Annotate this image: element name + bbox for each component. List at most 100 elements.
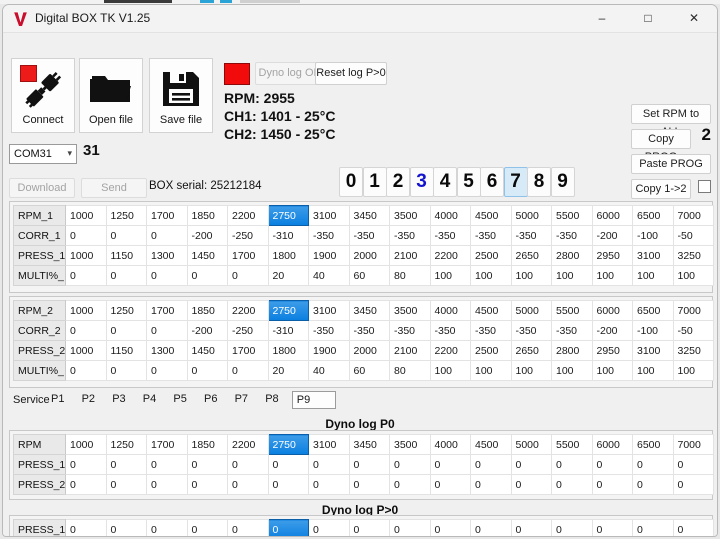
- table-cell[interactable]: 7000: [672, 205, 714, 226]
- table-cell[interactable]: 3100: [308, 434, 350, 455]
- table-cell[interactable]: 0: [186, 360, 228, 381]
- table-cell[interactable]: 2200: [429, 340, 471, 361]
- service-tab-p9[interactable]: P9: [291, 391, 336, 409]
- table-cell[interactable]: 0: [65, 474, 107, 495]
- table-cell[interactable]: 0: [551, 474, 593, 495]
- table-cell[interactable]: 1800: [267, 245, 309, 266]
- maximize-button[interactable]: □: [625, 5, 671, 32]
- table-cell[interactable]: 3100: [308, 300, 350, 321]
- table-cell[interactable]: 0: [227, 454, 269, 475]
- service-tab-p4[interactable]: P4: [139, 391, 160, 409]
- table-cell[interactable]: 4000: [429, 434, 471, 455]
- table-cell[interactable]: 0: [146, 320, 188, 341]
- table-cell[interactable]: 100: [632, 360, 674, 381]
- table-cell[interactable]: 1300: [146, 340, 188, 361]
- table-cell[interactable]: -250: [227, 320, 269, 341]
- table-cell[interactable]: 0: [267, 474, 309, 495]
- table-cell[interactable]: 0: [105, 360, 147, 381]
- table-cell[interactable]: 0: [105, 225, 147, 246]
- service-tab-p8[interactable]: P8: [261, 391, 282, 409]
- table-cell[interactable]: 0: [591, 474, 633, 495]
- table-cell[interactable]: 3100: [632, 340, 674, 361]
- table-cell[interactable]: 1000: [65, 434, 107, 455]
- program-button-8[interactable]: 8: [527, 167, 551, 197]
- table-cell[interactable]: 5000: [510, 434, 552, 455]
- save-file-button[interactable]: Save file: [149, 58, 213, 133]
- table-cell[interactable]: 1000: [65, 245, 107, 266]
- table-cell[interactable]: 2100: [389, 245, 431, 266]
- table-cell[interactable]: 5000: [510, 300, 552, 321]
- table-cell[interactable]: 1000: [65, 300, 107, 321]
- table-cell[interactable]: -350: [510, 320, 552, 341]
- minimize-button[interactable]: –: [579, 5, 625, 32]
- table-cell[interactable]: 100: [429, 360, 471, 381]
- table-cell[interactable]: 3100: [632, 245, 674, 266]
- table-cell[interactable]: 6500: [632, 434, 674, 455]
- table-cell[interactable]: 2750: [267, 300, 309, 321]
- table-cell[interactable]: 0: [146, 474, 188, 495]
- table-cell[interactable]: 1450: [186, 245, 228, 266]
- table-cell[interactable]: 4000: [429, 300, 471, 321]
- table-cell[interactable]: 2200: [227, 434, 269, 455]
- table-cell[interactable]: 0: [591, 519, 633, 536]
- service-tab-p2[interactable]: P2: [78, 391, 99, 409]
- service-tab-p7[interactable]: P7: [231, 391, 252, 409]
- table-cell[interactable]: 2750: [267, 205, 309, 226]
- table-cell[interactable]: -350: [470, 320, 512, 341]
- table-cell[interactable]: 0: [348, 454, 390, 475]
- table-cell[interactable]: 0: [632, 454, 674, 475]
- table-cell[interactable]: 0: [105, 519, 147, 536]
- table-cell[interactable]: 2200: [429, 245, 471, 266]
- table-cell[interactable]: 2000: [348, 340, 390, 361]
- table-cell[interactable]: 1700: [227, 245, 269, 266]
- table-cell[interactable]: 1900: [308, 340, 350, 361]
- table-cell[interactable]: 3500: [389, 205, 431, 226]
- table-cell[interactable]: 4000: [429, 205, 471, 226]
- table-cell[interactable]: 40: [308, 265, 350, 286]
- table-cell[interactable]: 0: [348, 474, 390, 495]
- table-cell[interactable]: -350: [510, 225, 552, 246]
- table-cell[interactable]: 1450: [186, 340, 228, 361]
- table-cell[interactable]: -350: [551, 320, 593, 341]
- table-cell[interactable]: 0: [591, 454, 633, 475]
- table-cell[interactable]: 0: [65, 519, 107, 536]
- table-cell[interactable]: 100: [672, 265, 714, 286]
- table-cell[interactable]: 100: [510, 360, 552, 381]
- table-cell[interactable]: 1700: [146, 205, 188, 226]
- service-tab-p1[interactable]: P1: [47, 391, 68, 409]
- table-cell[interactable]: 5000: [510, 205, 552, 226]
- table-cell[interactable]: 5500: [551, 300, 593, 321]
- table-cell[interactable]: 0: [632, 519, 674, 536]
- set-rpm-to-all-button[interactable]: Set RPM to ALL: [631, 104, 711, 138]
- table-cell[interactable]: 0: [470, 474, 512, 495]
- table-cell[interactable]: 1250: [105, 434, 147, 455]
- table-cell[interactable]: -310: [267, 225, 309, 246]
- table-cell[interactable]: 0: [146, 454, 188, 475]
- table-cell[interactable]: 1250: [105, 205, 147, 226]
- table-cell[interactable]: 0: [146, 265, 188, 286]
- table-cell[interactable]: 0: [672, 474, 714, 495]
- table-cell[interactable]: 60: [348, 265, 390, 286]
- table-cell[interactable]: 0: [105, 454, 147, 475]
- send-button[interactable]: Send: [81, 178, 147, 198]
- table-cell[interactable]: -350: [389, 225, 431, 246]
- table-cell[interactable]: 0: [146, 519, 188, 536]
- table-cell[interactable]: 4500: [470, 434, 512, 455]
- table-cell[interactable]: 3250: [672, 340, 714, 361]
- table-cell[interactable]: 0: [429, 519, 471, 536]
- table-cell[interactable]: 1700: [146, 300, 188, 321]
- table-cell[interactable]: -200: [591, 225, 633, 246]
- table-cell[interactable]: 3100: [308, 205, 350, 226]
- table-cell[interactable]: 0: [227, 519, 269, 536]
- table-cell[interactable]: 1250: [105, 300, 147, 321]
- table-prog1[interactable]: RPM_1 1000 1250 1700 1850 2200 2750 3100 3450 350…: [13, 205, 714, 286]
- connect-button[interactable]: Connect: [11, 58, 75, 133]
- program-button-0[interactable]: 0: [339, 167, 363, 197]
- table-cell[interactable]: 4500: [470, 300, 512, 321]
- program-button-6[interactable]: 6: [480, 167, 504, 197]
- table-cell[interactable]: -350: [470, 225, 512, 246]
- program-button-4[interactable]: 4: [433, 167, 457, 197]
- table-cell[interactable]: 0: [389, 474, 431, 495]
- table-cell[interactable]: 100: [591, 265, 633, 286]
- table-cell[interactable]: 3500: [389, 300, 431, 321]
